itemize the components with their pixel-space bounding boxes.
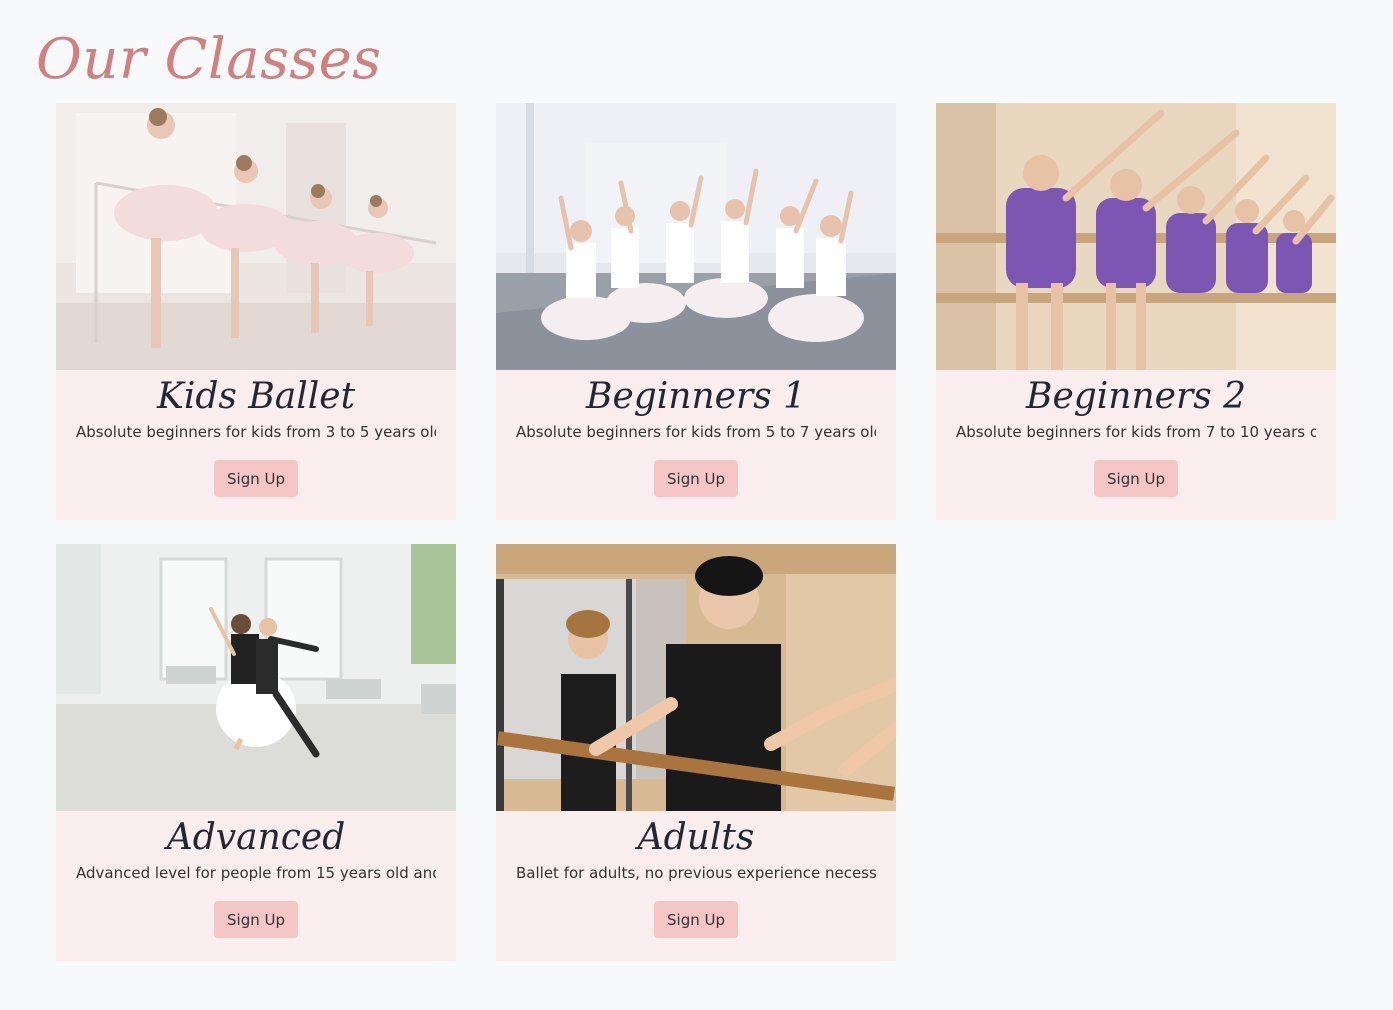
page-title: Our Classes (36, 27, 382, 92)
classes-grid: Kids Ballet Absolute beginners for kids … (56, 103, 1336, 961)
sign-up-button[interactable]: Sign Up (654, 460, 738, 497)
beginners-1-photo (496, 103, 896, 370)
class-title: Kids Ballet (156, 376, 356, 417)
class-description: Advanced level for people from 15 years … (76, 864, 436, 882)
class-description: Absolute beginners for kids from 7 to 10… (956, 423, 1316, 441)
class-title: Advanced (166, 817, 346, 858)
class-description: Absolute beginners for kids from 5 to 7 … (516, 423, 876, 441)
class-title: Beginners 1 (585, 376, 807, 417)
classes-page: Our Classes Kids Ballet Absolute beginne… (0, 0, 1393, 1010)
adults-photo (496, 544, 896, 811)
sign-up-button[interactable]: Sign Up (214, 460, 298, 497)
beginners-2-photo (936, 103, 1336, 370)
class-title: Adults (637, 817, 755, 858)
class-card-kids-ballet: Kids Ballet Absolute beginners for kids … (56, 103, 456, 520)
class-card-adults: Adults Ballet for adults, no previous ex… (496, 544, 896, 961)
class-card-beginners-2: Beginners 2 Absolute beginners for kids … (936, 103, 1336, 520)
class-card-beginners-1: Beginners 1 Absolute beginners for kids … (496, 103, 896, 520)
kids-ballet-photo (56, 103, 456, 370)
class-card-advanced: Advanced Advanced level for people from … (56, 544, 456, 961)
class-description: Ballet for adults, no previous experienc… (516, 864, 876, 882)
sign-up-button[interactable]: Sign Up (214, 901, 298, 938)
sign-up-button[interactable]: Sign Up (654, 901, 738, 938)
sign-up-button[interactable]: Sign Up (1094, 460, 1178, 497)
advanced-photo (56, 544, 456, 811)
class-description: Absolute beginners for kids from 3 to 5 … (76, 423, 436, 441)
class-title: Beginners 2 (1025, 376, 1247, 417)
